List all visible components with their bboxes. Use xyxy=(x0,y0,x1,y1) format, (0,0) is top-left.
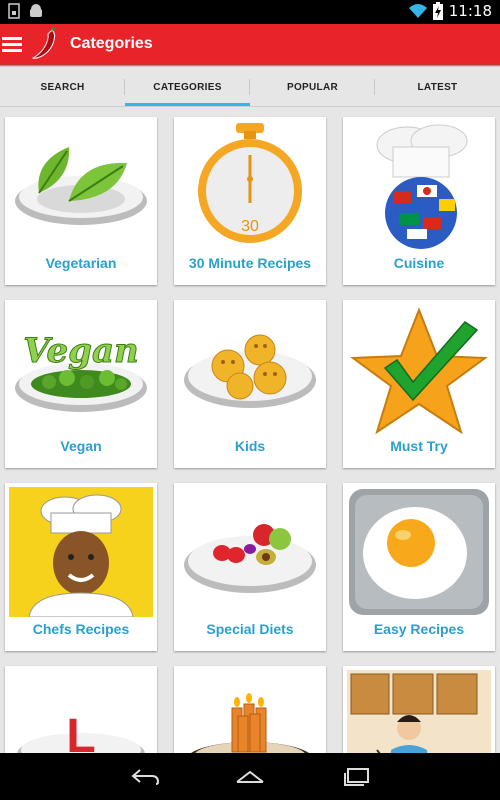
vegan-plate-icon: Vegan xyxy=(9,304,153,434)
app-bar: Categories xyxy=(0,24,500,64)
category-card-30-minute-recipes[interactable]: 30 30 Minute Recipes xyxy=(174,117,326,285)
category-card-birthday[interactable] xyxy=(174,666,326,753)
category-card-vegan[interactable]: Vegan Vegan xyxy=(5,300,157,468)
category-label: Vegetarian xyxy=(45,255,117,271)
category-card-must-try[interactable]: Must Try xyxy=(343,300,495,468)
tab-categories[interactable]: CATEGORIES xyxy=(125,67,250,107)
category-label: Vegan xyxy=(60,438,102,454)
category-card-special-diets[interactable]: Special Diets xyxy=(174,483,326,651)
category-card-man-cooking[interactable] xyxy=(343,666,495,753)
category-label: Easy Recipes xyxy=(373,621,465,637)
category-card-chefs-recipes[interactable]: Chefs Recipes xyxy=(5,483,157,651)
category-card-letter-l[interactable]: L xyxy=(5,666,157,753)
category-grid: Vegetarian 30 30 Minute Recipes Cuisine … xyxy=(0,107,500,753)
smiley-cookies-icon xyxy=(178,304,322,434)
tab-search-label: SEARCH xyxy=(40,81,85,93)
category-label: Must Try xyxy=(390,438,448,454)
letter-l-text: L xyxy=(66,710,95,753)
recent-apps-icon[interactable] xyxy=(340,765,374,789)
category-label: Kids xyxy=(234,438,266,454)
chili-pepper-logo-icon[interactable] xyxy=(28,24,62,64)
letter-l-plate-icon: L xyxy=(9,670,153,753)
back-icon[interactable] xyxy=(128,765,162,789)
tab-bar: SEARCH CATEGORIES POPULAR LATEST xyxy=(0,67,500,107)
sim-card-icon xyxy=(8,3,20,19)
category-label: Chefs Recipes xyxy=(32,621,130,637)
system-navigation-bar xyxy=(0,753,500,800)
category-card-vegetarian[interactable]: Vegetarian xyxy=(5,117,157,285)
category-label: Special Diets xyxy=(206,621,294,637)
tab-popular[interactable]: POPULAR xyxy=(250,67,375,107)
tab-latest-label: LATEST xyxy=(417,81,458,93)
tab-popular-label: POPULAR xyxy=(287,81,338,93)
category-card-cuisine[interactable]: Cuisine xyxy=(343,117,495,285)
page-title: Categories xyxy=(70,35,153,52)
chef-hat-globe-icon xyxy=(347,121,491,251)
leaves-on-plate-icon xyxy=(9,121,153,251)
tab-latest[interactable]: LATEST xyxy=(375,67,500,107)
wifi-icon xyxy=(408,4,427,18)
status-bar: 11:18 xyxy=(0,0,500,24)
star-checkmark-icon xyxy=(347,304,491,434)
birthday-candles-icon xyxy=(178,670,322,753)
navigation-drawer-icon[interactable] xyxy=(0,24,28,64)
stopwatch-number: 30 xyxy=(241,218,259,235)
tab-search[interactable]: SEARCH xyxy=(0,67,125,107)
chef-portrait-icon xyxy=(9,487,153,617)
vegan-plate-text: Vegan xyxy=(23,331,138,371)
status-time: 11:18 xyxy=(448,2,492,20)
fried-egg-icon xyxy=(347,487,491,617)
fruit-plate-icon xyxy=(178,487,322,617)
category-label: 30 Minute Recipes xyxy=(188,255,312,271)
category-card-kids[interactable]: Kids xyxy=(174,300,326,468)
tab-categories-label: CATEGORIES xyxy=(153,81,222,93)
man-cooking-kitchen-icon xyxy=(347,670,491,753)
stopwatch-icon: 30 xyxy=(178,121,322,251)
android-notification-icon xyxy=(30,4,42,17)
category-card-easy-recipes[interactable]: Easy Recipes xyxy=(343,483,495,651)
home-icon[interactable] xyxy=(233,765,267,789)
battery-icon xyxy=(432,2,443,20)
category-label: Cuisine xyxy=(393,255,445,271)
